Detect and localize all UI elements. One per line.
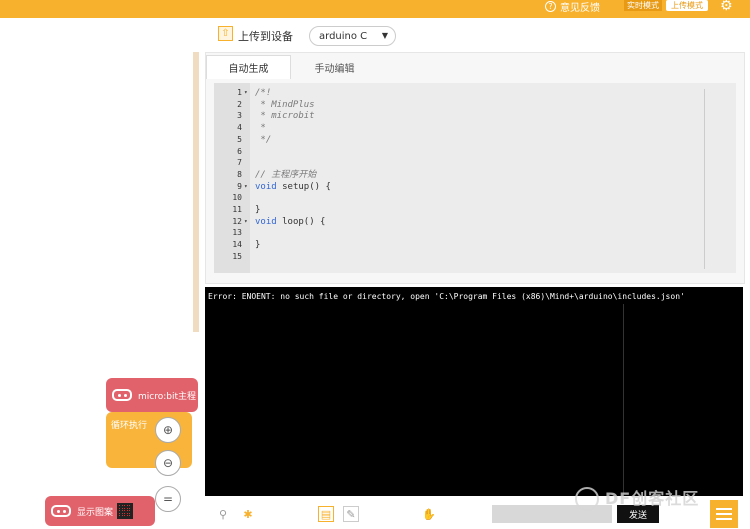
top-bar: ? 意见反馈 实时模式 上传模式 ⚙ bbox=[0, 0, 750, 18]
line-number: 12 bbox=[232, 216, 242, 226]
chevron-down-icon: ▼ bbox=[381, 31, 388, 40]
block-workspace[interactable]: micro:bit主程 循环执行 ⊕ ⊖ = 显示图案 bbox=[0, 52, 198, 529]
line-number: 2 bbox=[237, 99, 242, 109]
code-text: } bbox=[255, 240, 261, 251]
tab-manual-edit[interactable]: 手动编辑 bbox=[292, 55, 377, 79]
display-pattern-block[interactable]: 显示图案 bbox=[45, 496, 155, 526]
code-text: * MindPlus bbox=[255, 99, 315, 110]
code-text: /*! bbox=[255, 88, 272, 98]
upload-mode-button[interactable]: 上传模式 bbox=[666, 0, 708, 11]
fold-toggle-icon[interactable]: ▾ bbox=[244, 216, 248, 228]
fold-toggle-icon[interactable]: ▾ bbox=[244, 87, 248, 99]
board-select[interactable]: arduino C ▼ bbox=[309, 26, 396, 46]
code-panel: 自动生成 手动编辑 1 ▾/*! 2 * MindPlus 3 * microbit 4… bbox=[205, 52, 745, 284]
console-divider bbox=[623, 304, 624, 494]
code-text: void setup() { bbox=[255, 181, 331, 192]
code-text: * microbit bbox=[255, 111, 315, 122]
gear-icon[interactable]: ⚙ bbox=[720, 0, 736, 14]
board-select-value: arduino C bbox=[319, 30, 368, 42]
upload-to-device-button[interactable]: 上传到设备 bbox=[238, 28, 293, 44]
code-text: void loop() { bbox=[255, 216, 326, 227]
fold-toggle-icon[interactable]: ▾ bbox=[244, 181, 248, 193]
line-number: 1 bbox=[237, 88, 242, 97]
feedback-label: 意见反馈 bbox=[560, 2, 600, 14]
zoom-out-button[interactable]: ⊖ bbox=[155, 450, 181, 476]
line-number: 5 bbox=[237, 134, 242, 144]
code-text: */ bbox=[255, 134, 272, 145]
line-number: 9 bbox=[237, 181, 242, 191]
tab-auto-generate[interactable]: 自动生成 bbox=[206, 55, 291, 79]
code-toolbar: ⇧ 上传到设备 arduino C ▼ bbox=[205, 18, 750, 52]
microbit-icon bbox=[51, 505, 71, 517]
line-number: 10 bbox=[232, 193, 242, 203]
menu-icon[interactable] bbox=[710, 500, 738, 528]
line-number: 8 bbox=[237, 169, 242, 179]
line-number: 13 bbox=[232, 228, 242, 238]
editor-ruler bbox=[704, 89, 705, 269]
code-editor[interactable]: 1 ▾/*! 2 * MindPlus 3 * microbit 4 * 5 */6 7 8/… bbox=[214, 83, 736, 273]
display-block-label: 显示图案 bbox=[77, 507, 114, 518]
led-pattern-icon bbox=[117, 503, 134, 519]
feedback-link[interactable]: ? 意见反馈 bbox=[545, 0, 600, 14]
line-number: 7 bbox=[237, 158, 242, 168]
upload-icon[interactable]: ⇧ bbox=[218, 26, 233, 41]
line-number: 14 bbox=[232, 240, 242, 250]
watermark: DF创客社区 bbox=[605, 489, 700, 508]
code-text: } bbox=[255, 205, 261, 215]
microbit-main-block[interactable]: micro:bit主程 bbox=[106, 378, 198, 412]
workspace-scrollbar[interactable] bbox=[193, 52, 199, 332]
save-icon[interactable]: ▤ bbox=[318, 506, 334, 522]
console-error-message: Error: ENOENT: no such file or directory… bbox=[208, 292, 685, 301]
usb-icon[interactable]: ⚲ bbox=[215, 506, 231, 522]
zoom-in-button[interactable]: ⊕ bbox=[155, 417, 181, 443]
microbit-icon bbox=[112, 389, 132, 401]
line-number: 6 bbox=[237, 146, 242, 156]
plug-icon[interactable]: ✱ bbox=[240, 506, 256, 522]
live-mode-button[interactable]: 实时模式 bbox=[624, 0, 662, 11]
line-number: 11 bbox=[232, 205, 242, 214]
line-number: 15 bbox=[232, 251, 242, 261]
zoom-reset-button[interactable]: = bbox=[155, 486, 181, 512]
clear-icon[interactable]: ✎ bbox=[343, 506, 359, 522]
watermark-logo bbox=[575, 487, 599, 511]
line-number: 4 bbox=[237, 123, 242, 133]
help-icon: ? bbox=[545, 0, 556, 12]
serial-console[interactable]: Error: ENOENT: no such file or directory… bbox=[205, 287, 743, 496]
loop-block-label: 循环执行 bbox=[111, 421, 148, 431]
main-block-label: micro:bit主程 bbox=[138, 391, 196, 402]
scroll-lock-icon[interactable]: ✋ bbox=[421, 506, 437, 522]
code-text: * bbox=[255, 123, 266, 134]
code-text: // 主程序开始 bbox=[255, 169, 317, 180]
line-number: 3 bbox=[237, 111, 242, 121]
